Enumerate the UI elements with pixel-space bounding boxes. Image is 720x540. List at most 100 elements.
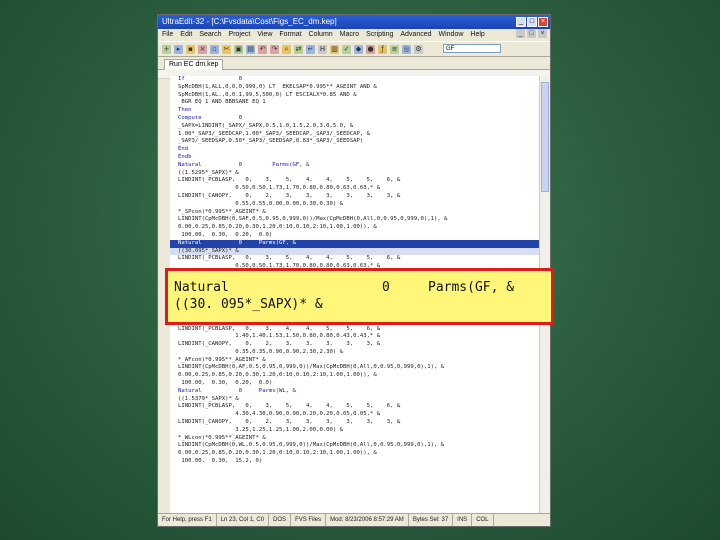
code-line[interactable]: Natural 0 Parms(WL, &	[170, 388, 540, 396]
compare-icon[interactable]: ≡	[390, 44, 399, 54]
menu-project[interactable]: Project	[229, 29, 251, 41]
code-line[interactable]: LINDINT(CpMcDBH(0,WL,0.5,0.95,0,999,0))/…	[170, 442, 540, 450]
code-line[interactable]: End	[170, 146, 540, 154]
code-line[interactable]	[170, 505, 540, 513]
toolbar: + ▸ ▪ × ▫ ✂ ▣ ▤ ↶ ↷ ⌕ ⇄ ↵ H ▥ ✓ ◆ ● ƒ ≡ …	[158, 41, 550, 57]
copy-icon[interactable]: ▣	[234, 44, 243, 54]
doc-close-button[interactable]: ×	[538, 29, 547, 38]
doc-minimize-button[interactable]: _	[516, 29, 525, 38]
code-line[interactable]: If 0	[170, 76, 540, 84]
scrollbar-thumb[interactable]	[541, 82, 549, 192]
menu-edit[interactable]: Edit	[180, 29, 192, 41]
menu-bar: File Edit Search Project View Format Col…	[158, 29, 550, 41]
code-line[interactable]: Natural 0 Parms(GF, &	[170, 239, 540, 248]
close-file-icon[interactable]: ×	[198, 44, 207, 54]
menu-help[interactable]: Help	[470, 29, 484, 41]
code-line[interactable]: 1.00*_SAP3/_SEEDCAP,1.00*_SAP3/_SEEDCAP,…	[170, 131, 540, 139]
replace-icon[interactable]: ⇄	[294, 44, 303, 54]
undo-icon[interactable]: ↶	[258, 44, 267, 54]
code-line[interactable]: _SAPX=LINDINT(_SAPX/_SAPX,0.5,1.0,1.5,2.…	[170, 123, 540, 131]
maximize-button[interactable]: □	[527, 17, 537, 27]
browser-view-icon[interactable]: ◎	[402, 44, 411, 54]
code-line[interactable]: 0.00,0.25,0.85,0.20,0.30,1.20,0:10,0.10,…	[170, 450, 540, 458]
callout-keyword: Natural	[174, 280, 229, 295]
code-line[interactable]: 1.40,1.40,1.53,1.50,0.80,0.80,0.43,0.43,…	[170, 333, 540, 341]
code-line[interactable]: 100.00, 0.30, 0.20, 0.0)	[170, 380, 540, 388]
menu-advanced[interactable]: Advanced	[400, 29, 431, 41]
function-list-icon[interactable]: ƒ	[378, 44, 387, 54]
menu-search[interactable]: Search	[199, 29, 221, 41]
file-tab[interactable]: Run EC dm.kep	[164, 59, 224, 70]
settings-icon[interactable]: ⚙	[414, 44, 423, 54]
code-line[interactable]: LINDINT(CpMcDBH(0,AF,0.5,0.95,0,999,0))/…	[170, 364, 540, 372]
code-line[interactable]: LINDINT(_PCBLASP, 0, 3, 4, 4, 5, 5, 6, &	[170, 326, 540, 334]
redo-icon[interactable]: ↷	[270, 44, 279, 54]
spell-check-icon[interactable]: ✓	[342, 44, 351, 54]
hex-mode-icon[interactable]: H	[318, 44, 327, 54]
zoom-callout: Natural 0 Parms(GF, & ((30. 095*_SAPX)* …	[165, 268, 554, 325]
code-line[interactable]	[170, 497, 540, 505]
code-line[interactable]: ((1.5379*_SAPX)* &	[170, 396, 540, 404]
paste-icon[interactable]: ▤	[246, 44, 255, 54]
code-line[interactable]: LINDINT(_CANOPY, 0, 2, 3, 3, 3, 3, 3, 3,…	[170, 193, 540, 201]
code-line[interactable]: Natural 0 Parms(GF, &	[170, 162, 540, 170]
code-line[interactable]	[170, 466, 540, 474]
code-line[interactable]: _SAP3/_SEEDSAP,0.50*_SAP3/_SEEDSAP,0.83*…	[170, 138, 540, 146]
file-tab-bar: Run EC dm.kep	[158, 57, 550, 70]
code-line[interactable]: BGR EQ 1 AND BBBSANE EQ 1	[170, 99, 540, 107]
code-line[interactable]: ((1.5295*_SAPX)* &	[170, 170, 540, 178]
code-line[interactable]: LINDINT(_PCBLASP, 0, 3, 5, 4, 4, 5, 5, 6…	[170, 177, 540, 185]
search-input[interactable]: GF	[443, 44, 501, 53]
menu-file[interactable]: File	[162, 29, 173, 41]
macro-icon[interactable]: ●	[366, 44, 375, 54]
new-file-icon[interactable]: +	[162, 44, 171, 54]
code-line[interactable]: 100.00, 0.30, 15.2, 0)	[170, 458, 540, 466]
code-line[interactable]: SpMcDBH(1,ALL,0,0,0,999,0) LT EKELSAP*0.…	[170, 84, 540, 92]
cut-icon[interactable]: ✂	[222, 44, 231, 54]
code-line[interactable]: 0.35,0.35,0.90,0.90,2.30,2.30) &	[170, 349, 540, 357]
doc-restore-button[interactable]: □	[527, 29, 536, 38]
code-line[interactable]: LINDINT(_PCBLASP, 0, 3, 5, 4, 4, 5, 5, 6…	[170, 255, 540, 263]
print-icon[interactable]: ▫	[210, 44, 219, 54]
close-button[interactable]: ×	[538, 17, 548, 27]
code-line[interactable]: SpMcDBH(1,AL.,0,0.1,99,5,500,0) LT ESCIA…	[170, 92, 540, 100]
code-line[interactable]: Then	[170, 107, 540, 115]
code-line[interactable]: 3.25,1.25,1.25,1.00,2.00,0.00) &	[170, 427, 540, 435]
code-line[interactable]: 0.50,0.50,1.73,1.70,0.80,0.80,0.63,0.63,…	[170, 185, 540, 193]
menu-macro[interactable]: Macro	[340, 29, 359, 41]
callout-expression: ((30. 095*_SAPX)* &	[174, 297, 323, 312]
callout-value: 0	[382, 280, 390, 295]
save-icon[interactable]: ▪	[186, 44, 195, 54]
code-line[interactable]: *_SPcon)*0.995**_AGEINT* &	[170, 209, 540, 217]
open-file-icon[interactable]: ▸	[174, 44, 183, 54]
code-line[interactable]: LINDINT(CpMcDBH(0,SAF,0.5,0.95,0,999,0))…	[170, 216, 540, 224]
minimize-button[interactable]: _	[516, 17, 526, 27]
menu-window[interactable]: Window	[439, 29, 464, 41]
code-line[interactable]: 0.00,0.25,0.85,0.20,0.30,1.20,0:10,0.10,…	[170, 224, 540, 232]
code-line[interactable]: 100.00, 0.30, 0.20, 0.0)	[170, 232, 540, 240]
code-line[interactable]: Endb	[170, 154, 540, 162]
code-line[interactable]: 0.55,0.55,0.00,0.00,0.30,0.30) &	[170, 201, 540, 209]
title-bar[interactable]: UltraEdit-32 - [C:\Fvsdata\Cost\Figs_EC_…	[158, 15, 550, 29]
status-modified: Mod: 8/23/2006 8:57:29 AM	[326, 514, 409, 526]
code-line[interactable]	[170, 474, 540, 482]
code-line[interactable]: LINDINT(_CANOPY, 0, 2, 3, 3, 3, 3, 3, &	[170, 341, 540, 349]
word-wrap-icon[interactable]: ↵	[306, 44, 315, 54]
code-line[interactable]: ((30.095*_SAPX)* &	[170, 247, 540, 256]
menu-column[interactable]: Column	[309, 29, 333, 41]
code-line[interactable]: *_AFcon)*0.995**_AGEINT* &	[170, 357, 540, 365]
menu-view[interactable]: View	[257, 29, 272, 41]
bookmark-icon[interactable]: ◆	[354, 44, 363, 54]
code-line[interactable]	[170, 481, 540, 489]
find-icon[interactable]: ⌕	[282, 44, 291, 54]
code-line[interactable]: LINDINT(_PCBLASP, 0, 3, 5, 4, 4, 5, 5, 6…	[170, 403, 540, 411]
menu-format[interactable]: Format	[279, 29, 301, 41]
code-line[interactable]: *_WLcon)*0.995**_AGEINT* &	[170, 435, 540, 443]
code-line[interactable]: LINDINT(_CANOPY, 0, 2, 3, 3, 3, 3, 3, 3,…	[170, 419, 540, 427]
code-line[interactable]	[170, 489, 540, 497]
code-line[interactable]: 0.00,0.25,0.85,0.20,0.30,1.20,0:10,0.10,…	[170, 372, 540, 380]
code-line[interactable]: 4.30,4.30,0.90,0.90,0.20,0.20,0.05,0.05,…	[170, 411, 540, 419]
menu-scripting[interactable]: Scripting	[366, 29, 393, 41]
column-mode-icon[interactable]: ▥	[330, 44, 339, 54]
code-line[interactable]: Compute 0	[170, 115, 540, 123]
